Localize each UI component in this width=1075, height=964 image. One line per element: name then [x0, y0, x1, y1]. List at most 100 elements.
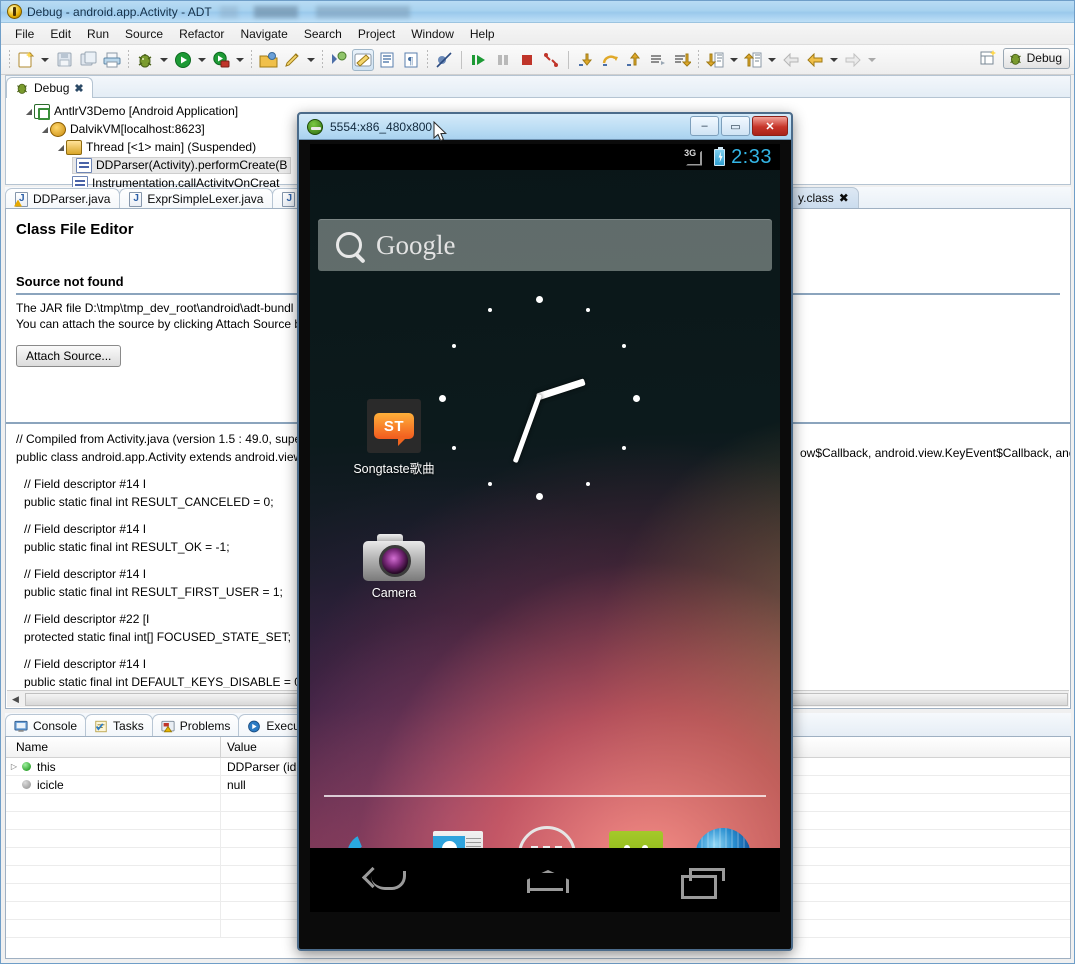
new-wizard-icon[interactable]	[15, 49, 37, 71]
tab-label: ExprSimpleLexer.java	[147, 192, 264, 206]
use-step-filters-icon[interactable]	[671, 49, 693, 71]
tree-row-label: Thread [<1> main] (Suspended)	[86, 140, 257, 154]
column-header-name: Name	[6, 737, 221, 757]
collapse-all-icon[interactable]	[704, 49, 726, 71]
debug-icon[interactable]	[134, 49, 156, 71]
save-icon[interactable]	[53, 49, 75, 71]
step-into-icon[interactable]	[575, 49, 597, 71]
open-perspective-icon[interactable]	[977, 47, 999, 69]
back-dropdown-icon[interactable]	[830, 57, 838, 62]
window-controls: – ▭ ✕	[690, 116, 788, 136]
clock-tick	[488, 482, 492, 486]
back-icon[interactable]	[804, 49, 826, 71]
print-icon[interactable]	[101, 49, 123, 71]
tab-exprsimplelexer-java[interactable]: ExprSimpleLexer.java	[119, 188, 274, 209]
close-icon[interactable]: ✖	[839, 191, 849, 205]
menu-search[interactable]: Search	[296, 25, 350, 43]
toolbar-separator	[322, 49, 323, 70]
tab-tasks[interactable]: Tasks	[85, 714, 153, 737]
songtaste-icon: ST	[367, 399, 421, 453]
collapse-dropdown-icon[interactable]	[730, 57, 738, 62]
network-type-label: 3G	[684, 147, 697, 158]
expand-all-icon[interactable]	[742, 49, 764, 71]
back-history-icon[interactable]	[780, 49, 802, 71]
home-icon[interactable]	[518, 863, 572, 897]
expand-arrow-icon[interactable]: ◢	[56, 143, 66, 152]
clock-minute-hand	[512, 393, 543, 464]
tree-row-label: DDParser(Activity).performCreate(B	[96, 158, 288, 172]
menu-navigate[interactable]: Navigate	[232, 25, 295, 43]
run-dropdown-icon[interactable]	[198, 57, 206, 62]
tab-ddparser-java[interactable]: DDParser.java	[5, 188, 121, 209]
suspend-icon[interactable]	[492, 49, 514, 71]
debug-dropdown-icon[interactable]	[160, 57, 168, 62]
expand-arrow-icon[interactable]: ▷	[6, 762, 22, 771]
drop-to-frame-icon[interactable]	[647, 49, 669, 71]
google-search-widget[interactable]: Google	[318, 219, 772, 271]
attach-source-button[interactable]: Attach Source...	[16, 345, 122, 367]
menu-run[interactable]: Run	[79, 25, 117, 43]
step-return-icon[interactable]	[623, 49, 645, 71]
search-dropdown-icon[interactable]	[307, 57, 315, 62]
bug-icon	[17, 83, 27, 94]
external-tools-dropdown-icon[interactable]	[236, 57, 244, 62]
tab-label: Tasks	[113, 719, 144, 733]
console-icon	[14, 720, 28, 732]
menubar: File Edit Run Source Refactor Navigate S…	[1, 23, 1074, 45]
menu-window[interactable]: Window	[403, 25, 462, 43]
scroll-left-icon[interactable]: ◀	[7, 692, 24, 707]
run-icon[interactable]	[172, 49, 194, 71]
forward-icon[interactable]	[842, 49, 864, 71]
menu-help[interactable]: Help	[462, 25, 503, 43]
open-type-icon[interactable]	[257, 49, 279, 71]
tab-console[interactable]: Console	[5, 714, 87, 737]
close-button[interactable]: ✕	[752, 116, 788, 136]
clock-tick	[452, 446, 456, 450]
step-over-icon[interactable]	[599, 49, 621, 71]
minimize-button[interactable]: –	[690, 116, 719, 136]
debug-perspective-button[interactable]: Debug	[1002, 47, 1070, 69]
menu-edit[interactable]: Edit	[42, 25, 79, 43]
skip-all-breakpoints-icon[interactable]	[433, 49, 455, 71]
forward-dropdown-icon[interactable]	[868, 57, 876, 62]
new-wizard-dropdown-icon[interactable]	[41, 57, 49, 62]
tab-problems[interactable]: Problems	[151, 714, 240, 737]
tab-label: DDParser.java	[33, 192, 111, 206]
close-icon[interactable]: ✖	[74, 82, 83, 95]
app-songtaste[interactable]: ST Songtaste歌曲	[346, 399, 442, 477]
expand-arrow-icon[interactable]: ◢	[24, 107, 34, 116]
menu-project[interactable]: Project	[350, 25, 403, 43]
menu-refactor[interactable]: Refactor	[171, 25, 232, 43]
magnifier-icon	[336, 232, 362, 258]
emulator-window[interactable]: 5554:x86_480x800 – ▭ ✕ 3G 2:33 Google ST…	[297, 112, 793, 951]
terminate-icon[interactable]	[516, 49, 538, 71]
clock-tick	[536, 493, 543, 500]
run-external-tools-icon[interactable]	[210, 49, 232, 71]
emulator-screen[interactable]: 3G 2:33 Google ST Songtaste歌曲 Camera	[310, 144, 780, 912]
tab-label: Console	[33, 719, 78, 733]
back-icon[interactable]	[361, 863, 415, 897]
show-pilcrow-icon[interactable]: ¶	[400, 49, 422, 71]
toolbar-divider	[568, 50, 569, 69]
search-icon[interactable]	[281, 49, 303, 71]
tree-row-label: AntlrV3Demo [Android Application]	[54, 104, 239, 118]
expand-dropdown-icon[interactable]	[768, 57, 776, 62]
show-whitespace-icon[interactable]	[376, 49, 398, 71]
menu-file[interactable]: File	[7, 25, 42, 43]
tab-debug[interactable]: Debug ✖	[6, 77, 93, 98]
expand-arrow-icon[interactable]: ◢	[40, 125, 50, 134]
clock-tick	[488, 308, 492, 312]
window-title: Debug - android.app.Activity - ADT	[27, 4, 212, 19]
save-all-icon[interactable]	[77, 49, 99, 71]
next-annotation-icon[interactable]	[328, 49, 350, 71]
analog-clock-widget[interactable]	[434, 294, 644, 504]
disconnect-icon[interactable]	[540, 49, 562, 71]
menu-source[interactable]: Source	[117, 25, 171, 43]
tab-label: Problems	[179, 719, 231, 733]
app-camera[interactable]: Camera	[346, 533, 442, 600]
maximize-button[interactable]: ▭	[721, 116, 750, 136]
toggle-mark-occurrences-icon[interactable]	[352, 48, 374, 71]
recent-apps-icon[interactable]	[675, 863, 729, 899]
tab-activity-class[interactable]: y.class ✖	[788, 187, 859, 208]
resume-icon[interactable]	[468, 49, 490, 71]
